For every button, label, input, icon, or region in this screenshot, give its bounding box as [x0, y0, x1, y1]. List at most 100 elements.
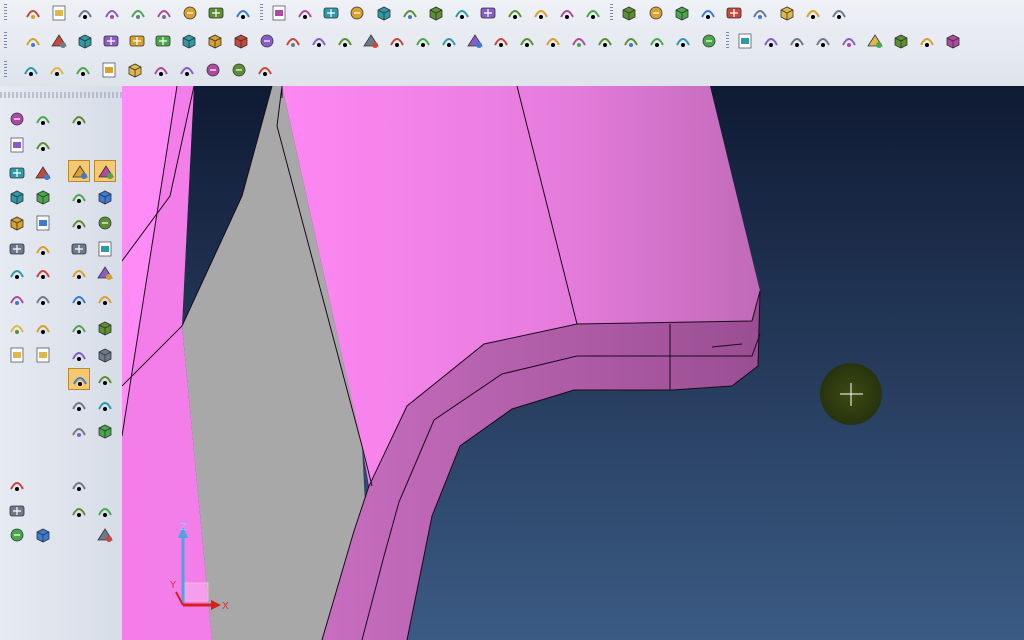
save-button[interactable]	[101, 2, 123, 24]
pyramid-primitive-button[interactable]	[100, 30, 122, 52]
forward-arrow-button[interactable]	[32, 344, 54, 366]
link-button[interactable]	[68, 500, 90, 522]
package-button[interactable]	[254, 59, 276, 81]
eye-lock-button[interactable]	[776, 2, 798, 24]
layer-button[interactable]	[20, 59, 42, 81]
properties-button[interactable]	[6, 288, 28, 310]
check-button[interactable]	[812, 30, 834, 52]
box-shaded-button[interactable]	[94, 394, 116, 416]
home-button[interactable]	[202, 59, 224, 81]
measure-button[interactable]	[94, 317, 116, 339]
edit-curve-button[interactable]	[32, 134, 54, 156]
draft-button[interactable]	[308, 30, 330, 52]
delete-red-button[interactable]	[916, 30, 938, 52]
hatch-button[interactable]	[68, 288, 90, 310]
clipboard-button[interactable]	[68, 108, 90, 130]
mirror-button[interactable]	[542, 30, 564, 52]
scale-1to1-button[interactable]	[582, 2, 604, 24]
wireframe-cube-button[interactable]	[425, 2, 447, 24]
zoom-fit-button[interactable]	[294, 2, 316, 24]
dimension-button[interactable]	[32, 262, 54, 284]
colors-button[interactable]	[6, 524, 28, 546]
group-button[interactable]	[6, 500, 28, 522]
mate-button[interactable]	[864, 30, 886, 52]
toolbar-grip[interactable]	[4, 32, 7, 50]
transform-button[interactable]	[32, 288, 54, 310]
help-button[interactable]	[6, 238, 28, 260]
palette-grip[interactable]	[0, 92, 122, 98]
green-cube-button[interactable]	[556, 2, 578, 24]
zoom-view-button[interactable]	[6, 108, 28, 130]
surface-button[interactable]	[438, 30, 460, 52]
cylinder-primitive-button[interactable]	[48, 30, 70, 52]
paint-button[interactable]	[32, 524, 54, 546]
wave-button[interactable]	[94, 262, 116, 284]
pattern-button[interactable]	[94, 368, 116, 390]
stack-button[interactable]	[94, 420, 116, 442]
tool-button[interactable]	[646, 30, 668, 52]
split-view-button[interactable]	[232, 2, 254, 24]
line-button[interactable]	[68, 186, 90, 208]
text-button[interactable]	[94, 288, 116, 310]
plane-button[interactable]	[32, 212, 54, 234]
hatch-lines-button[interactable]	[94, 500, 116, 522]
fit-view-button[interactable]	[6, 134, 28, 156]
wire-tool-button[interactable]	[68, 474, 90, 496]
viewport-canvas[interactable]: X Y Z	[122, 86, 1024, 640]
view-perspective-button[interactable]	[399, 2, 421, 24]
zoom-button[interactable]	[205, 2, 227, 24]
fillet-button[interactable]	[334, 30, 356, 52]
toolbar-grip[interactable]	[610, 4, 614, 22]
cube-button[interactable]	[32, 238, 54, 260]
render-button[interactable]	[749, 2, 771, 24]
measure-pen-button[interactable]	[32, 108, 54, 130]
fly-through-button[interactable]	[373, 2, 395, 24]
snap-button[interactable]	[32, 186, 54, 208]
part-list-button[interactable]	[786, 30, 808, 52]
toolbar-grip[interactable]	[4, 61, 7, 79]
reset-button[interactable]	[942, 30, 964, 52]
thicken-button[interactable]	[490, 30, 512, 52]
shaded-edges-cube-button[interactable]	[504, 2, 526, 24]
walk-button[interactable]	[98, 59, 120, 81]
sketch-line-button[interactable]	[68, 160, 90, 182]
delete-button[interactable]	[6, 262, 28, 284]
assembly-button[interactable]	[698, 30, 720, 52]
texture-button[interactable]	[150, 59, 172, 81]
wireframe-button[interactable]	[68, 394, 90, 416]
back-arrow-button[interactable]	[6, 317, 28, 339]
section-view-button[interactable]	[645, 2, 667, 24]
open-recent-button[interactable]	[74, 2, 96, 24]
grid-button[interactable]	[94, 344, 116, 366]
revolve-button[interactable]	[204, 30, 226, 52]
sphere-primitive-button[interactable]	[126, 30, 148, 52]
forward-arrow-button[interactable]	[6, 344, 28, 366]
explode-button[interactable]	[760, 30, 782, 52]
edit-feature-button[interactable]	[568, 30, 590, 52]
cone-primitive-button[interactable]	[74, 30, 96, 52]
chamfer-button[interactable]	[360, 30, 382, 52]
save-as-button[interactable]	[127, 2, 149, 24]
analysis-button[interactable]	[68, 420, 90, 442]
eye-hide-button[interactable]	[697, 2, 719, 24]
solid-cube-button[interactable]	[530, 2, 552, 24]
color-wheel-button[interactable]	[176, 59, 198, 81]
torus-primitive-button[interactable]	[152, 30, 174, 52]
toolbar-grip[interactable]	[259, 4, 263, 22]
shaded-cube-button[interactable]	[477, 2, 499, 24]
undo-button[interactable]	[6, 474, 28, 496]
eye-remove-button[interactable]	[828, 2, 850, 24]
move-feature-button[interactable]	[594, 30, 616, 52]
arc-button[interactable]	[94, 186, 116, 208]
edit-material-button[interactable]	[72, 59, 94, 81]
offset-button[interactable]	[464, 30, 486, 52]
rotate-view-button[interactable]	[6, 186, 28, 208]
open-folder-button[interactable]	[48, 2, 70, 24]
constraint-button[interactable]	[838, 30, 860, 52]
spline-button[interactable]	[94, 238, 116, 260]
copy-button[interactable]	[153, 2, 175, 24]
point-button[interactable]	[68, 238, 90, 260]
box-primitive-button[interactable]	[22, 30, 44, 52]
layer-stack-button[interactable]	[228, 59, 250, 81]
rotate-button[interactable]	[346, 2, 368, 24]
